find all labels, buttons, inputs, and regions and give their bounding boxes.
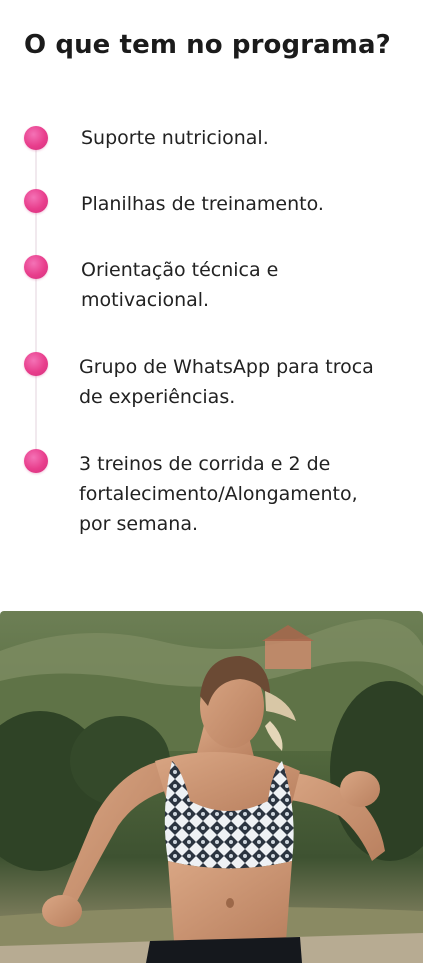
bullet-dot-icon (24, 126, 48, 150)
feature-text: Grupo de WhatsApp para troca de experiên… (79, 352, 374, 412)
bullet-dot-icon (24, 189, 48, 213)
feature-line: por semana. (79, 513, 199, 535)
feature-line: 3 treinos de corrida e 2 de (79, 453, 331, 475)
feature-line: Grupo de WhatsApp para troca (79, 356, 374, 378)
bullet-dot-icon (24, 255, 48, 279)
feature-line: Suporte nutricional. (81, 127, 269, 149)
feature-line: Planilhas de treinamento. (81, 193, 324, 215)
feature-line: de experiências. (79, 386, 236, 408)
timeline-line (35, 140, 37, 460)
bullet-dot-icon (24, 449, 48, 473)
feature-timeline: Suporte nutricional. Planilhas de treina… (0, 0, 445, 600)
feature-text: Suporte nutricional. (81, 123, 269, 153)
feature-line: Orientação técnica e (81, 259, 279, 281)
program-section: O que tem no programa? Suporte nutricion… (0, 0, 445, 963)
feature-line: motivacional. (81, 289, 210, 311)
feature-line: fortalecimento/Alongamento, (79, 483, 358, 505)
runner-photo (0, 611, 423, 963)
feature-text: Orientação técnica e motivacional. (81, 255, 278, 315)
feature-text: 3 treinos de corrida e 2 de fortalecimen… (79, 449, 358, 539)
feature-text: Planilhas de treinamento. (81, 189, 324, 219)
bullet-dot-icon (24, 352, 48, 376)
